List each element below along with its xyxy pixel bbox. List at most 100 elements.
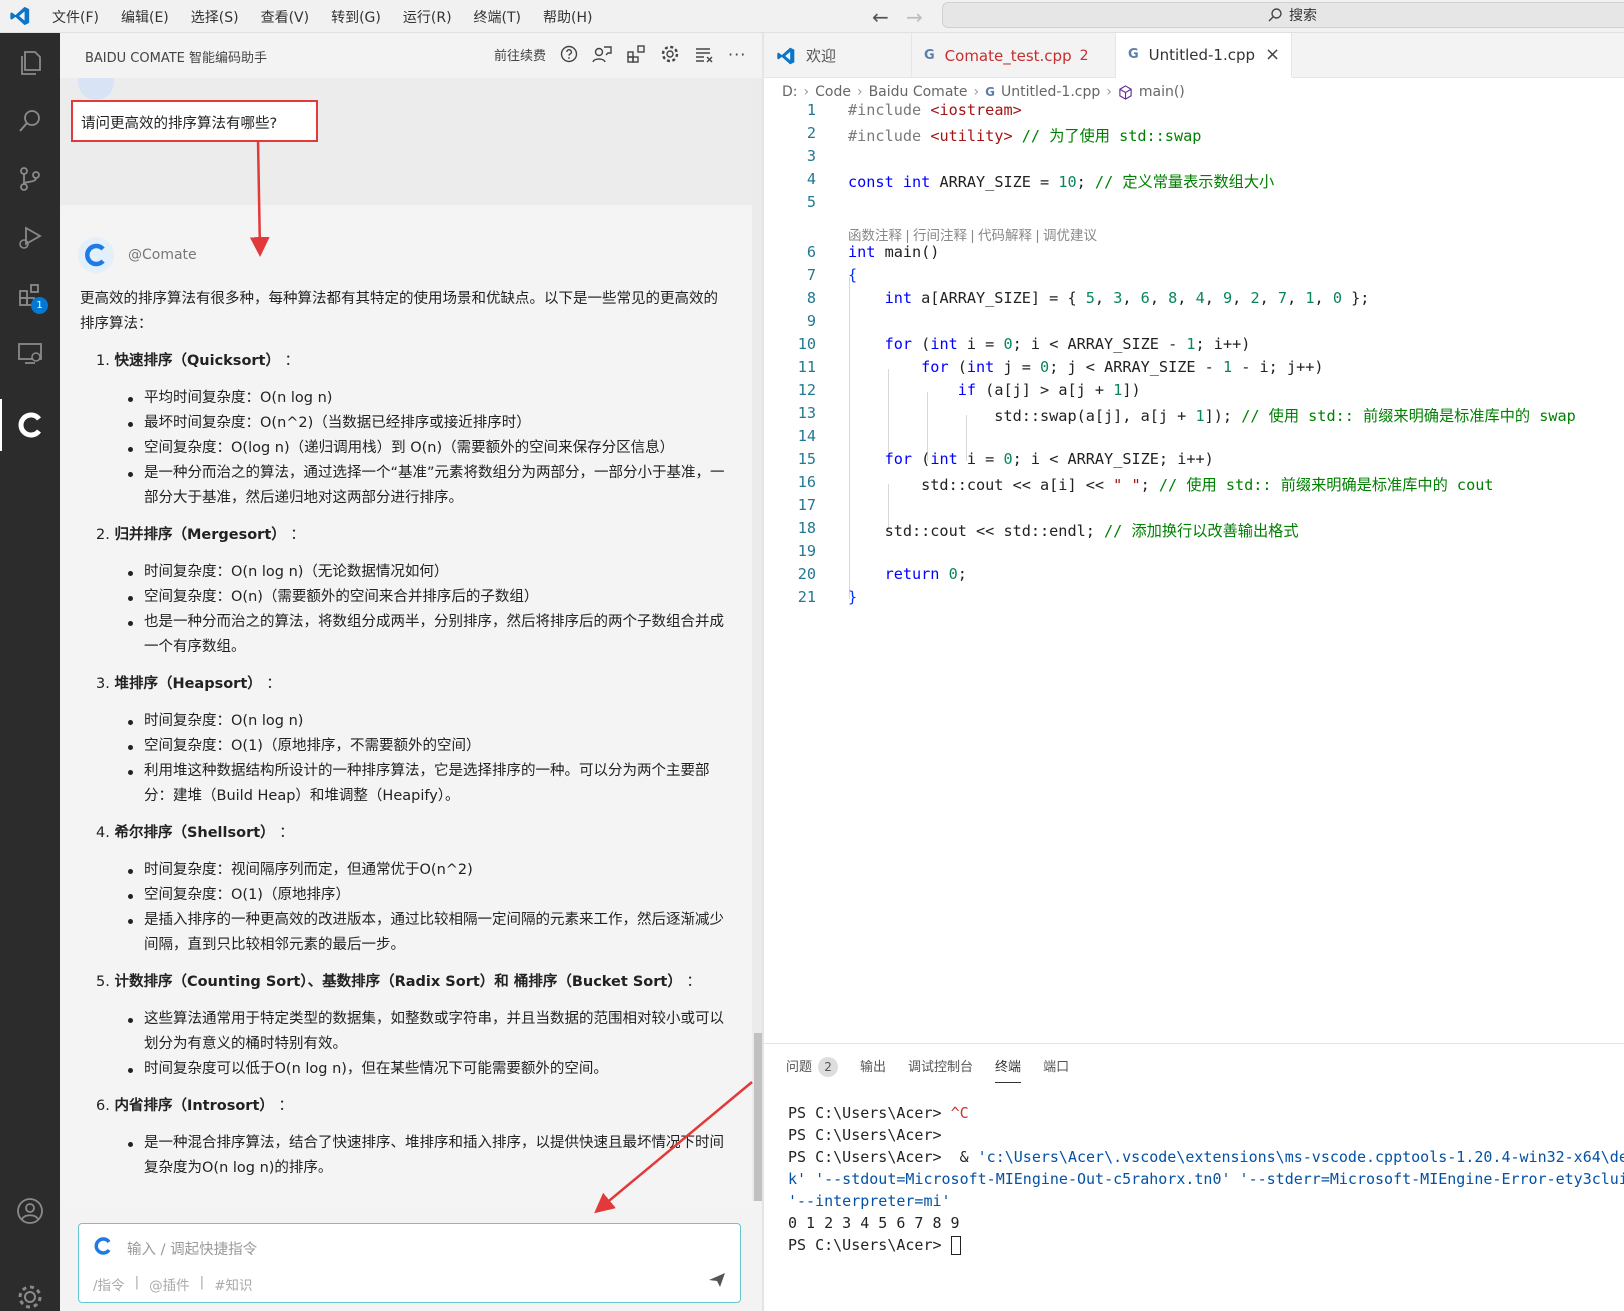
comate-chat-panel: BAIDU COMATE 智能编码助手 前往续费 ··· 请问更高效的排序算法有… [60,33,762,1311]
terminal-line: 0 1 2 3 4 5 6 7 8 9 [788,1214,960,1232]
plugin-hint[interactable]: @插件 [149,1274,190,1294]
code-line[interactable]: 2 #include <utility> // 为了使用 std::swap [764,124,1624,147]
code-text: std::cout << std::endl; // 添加换行以改善输出格式 [848,522,1299,540]
cpp-file-icon: G [985,85,995,99]
tab-untitled-1[interactable]: G Untitled-1.cpp × [1116,33,1292,78]
code-line[interactable]: 18 std::cout << std::endl; // 添加换行以改善输出格… [764,519,1624,542]
line-number: 6 [806,243,816,261]
clear-list-icon[interactable] [694,45,714,63]
code-line[interactable]: 5 [764,193,1624,216]
reply-section: 6. 内省排序（Introsort） ： 是一种混合排序算法，结合了快速排序、堆排… [80,1094,732,1181]
code-line[interactable]: 11 for (int j = 0; j < ARRAY_SIZE - 1 - … [764,358,1624,381]
tab-terminal[interactable]: 终端 [995,1056,1022,1083]
command-hint[interactable]: /指令 [93,1274,125,1294]
code-line[interactable]: 14 [764,427,1624,450]
menu-run[interactable]: 运行(R) [403,7,452,27]
code-line[interactable]: 20 return 0; [764,565,1624,588]
source-control-icon[interactable] [0,153,60,205]
menu-view[interactable]: 查看(V) [261,7,310,27]
send-icon[interactable] [708,1272,726,1288]
list-item: 空间复杂度：O(1)（原地排序） [80,883,732,908]
title-bar: 文件(F) 编辑(E) 选择(S) 查看(V) 转到(G) 运行(R) 终端(T… [0,0,1624,33]
command-search-box[interactable]: 搜索 [942,2,1624,28]
code-line[interactable]: 9 [764,312,1624,335]
comate-icon[interactable] [0,399,60,451]
account-icon[interactable] [0,1185,60,1237]
chat-messages[interactable]: 请问更高效的排序算法有哪些? @Comate 更高效的排序算法有很多种，每种算法… [60,78,762,1238]
list-item: 空间复杂度：O(1)（原地排序，不需要额外的空间） [80,734,732,759]
reply-sections: 1. 快速排序（Quicksort） ： 平均时间复杂度：O(n log n) 最坏… [80,349,732,1181]
forward-arrow-icon[interactable]: → [906,5,923,29]
code-line[interactable]: 6 int main() [764,243,1624,266]
knowledge-hint[interactable]: #知识 [214,1274,252,1294]
code-line[interactable]: 3 [764,147,1624,170]
list-item: 最坏时间复杂度：O(n^2)（当数据已经排序或接近排序时） [80,411,732,436]
terminal-output[interactable]: PS C:\Users\Acer> ^C PS C:\Users\Acer> PS … [788,1102,1624,1256]
menu-terminal[interactable]: 终端(T) [474,7,521,27]
terminal-line: PS C:\Users\Acer> [788,1234,1624,1256]
explorer-icon[interactable] [0,37,60,89]
chat-input[interactable]: 输入 / 调起快捷指令 /指令 | @插件 | #知识 [78,1223,741,1303]
code-line[interactable]: 16 std::cout << a[i] << " "; // 使用 std::… [764,473,1624,496]
code-line[interactable]: 4 const int ARRAY_SIZE = 10; // 定义常量表示数组大… [764,170,1624,193]
line-number: 2 [806,124,816,142]
list-item: 平均时间复杂度：O(n log n) [80,386,732,411]
extensions-icon[interactable]: 1 [0,269,60,321]
bot-name: @Comate [128,247,197,263]
panel-tabs: 问题 2 输出 调试控制台 终端 端口 [786,1056,1069,1083]
tab-welcome[interactable]: 欢迎 [764,33,912,78]
code-line[interactable]: 10 for (int i = 0; i < ARRAY_SIZE - 1; i… [764,335,1624,358]
breadcrumb-item[interactable]: Baidu Comate [869,84,968,100]
code-line[interactable]: 1 #include <iostream> [764,101,1624,124]
tab-ports[interactable]: 端口 [1043,1056,1069,1083]
menu-go[interactable]: 转到(G) [331,7,381,27]
code-line[interactable]: 17 [764,496,1624,519]
breadcrumb-item[interactable]: Untitled-1.cpp [1001,84,1100,100]
remote-explorer-icon[interactable] [0,327,60,379]
codelens-actions[interactable]: 函数注释 | 行间注释 | 代码解释 | 调优建议 [848,224,1097,244]
breadcrumb-item[interactable]: Code [815,84,851,100]
list-item: 空间复杂度：O(n)（需要额外的空间来合并排序后的子数组） [80,585,732,610]
layout-grid-icon[interactable] [626,44,646,64]
tab-comate-test[interactable]: G Comate_test.cpp 2 [912,33,1116,78]
code-text: return 0; [884,565,967,583]
code-line[interactable]: 7{ [764,266,1624,289]
tab-debug-console[interactable]: 调试控制台 [908,1056,973,1083]
line-number: 20 [797,565,816,583]
menu-help[interactable]: 帮助(H) [543,7,592,27]
hint-separator: | [199,1274,205,1290]
run-debug-icon[interactable] [0,211,60,263]
list-item: 也是一种分而治之的算法，将数组分成两半，分别排序，然后将排序后的两个子数组合并成… [80,610,732,660]
code-line[interactable]: 8 int a[ARRAY_SIZE] = { 5, 3, 6, 8, 4, 9… [764,289,1624,312]
tab-problems[interactable]: 问题 2 [786,1056,839,1083]
gear-icon[interactable] [0,1271,60,1311]
line-number: 11 [797,358,816,376]
user-chat-icon[interactable] [592,45,612,63]
code-line[interactable]: 15 for (int i = 0; i < ARRAY_SIZE; i++) [764,450,1624,473]
close-icon[interactable]: × [1265,44,1280,65]
tab-output[interactable]: 输出 [860,1056,886,1083]
help-icon[interactable] [560,45,578,63]
renew-link[interactable]: 前往续费 [494,45,546,64]
code-line[interactable]: 13 std::swap(a[j], a[j + 1]); // 使用 std:… [764,404,1624,427]
chat-scrollbar-thumb[interactable] [754,1033,762,1205]
section-title: 6. 内省排序（Introsort） ： [96,1098,293,1114]
menu-file[interactable]: 文件(F) [52,7,99,27]
search-icon[interactable] [0,95,60,147]
back-arrow-icon[interactable]: ← [872,5,889,29]
code-editor[interactable]: 1 #include <iostream> 2 #include <utility> … [764,101,1624,624]
input-hints: /指令 | @插件 | #知识 [93,1274,253,1294]
terminal-line: '--interpreter=mi' [788,1192,951,1210]
menu-edit[interactable]: 编辑(E) [121,7,169,27]
breadcrumb-item[interactable]: main() [1139,84,1185,100]
code-line[interactable]: 12 if (a[j] > a[j + 1]) [764,381,1624,404]
breadcrumb-item[interactable]: D: [782,84,798,100]
menu-selection[interactable]: 选择(S) [191,7,239,27]
code-text: std::swap(a[j], a[j + 1]); // 使用 std:: 前… [848,407,1576,425]
settings-icon[interactable] [660,44,680,64]
line-number: 9 [806,312,816,330]
code-line[interactable]: 19 [764,542,1624,565]
more-icon[interactable]: ··· [728,45,746,64]
section-title: 2. 归并排序（Mergesort） ： [96,527,305,543]
code-line[interactable]: 21} [764,588,1624,611]
